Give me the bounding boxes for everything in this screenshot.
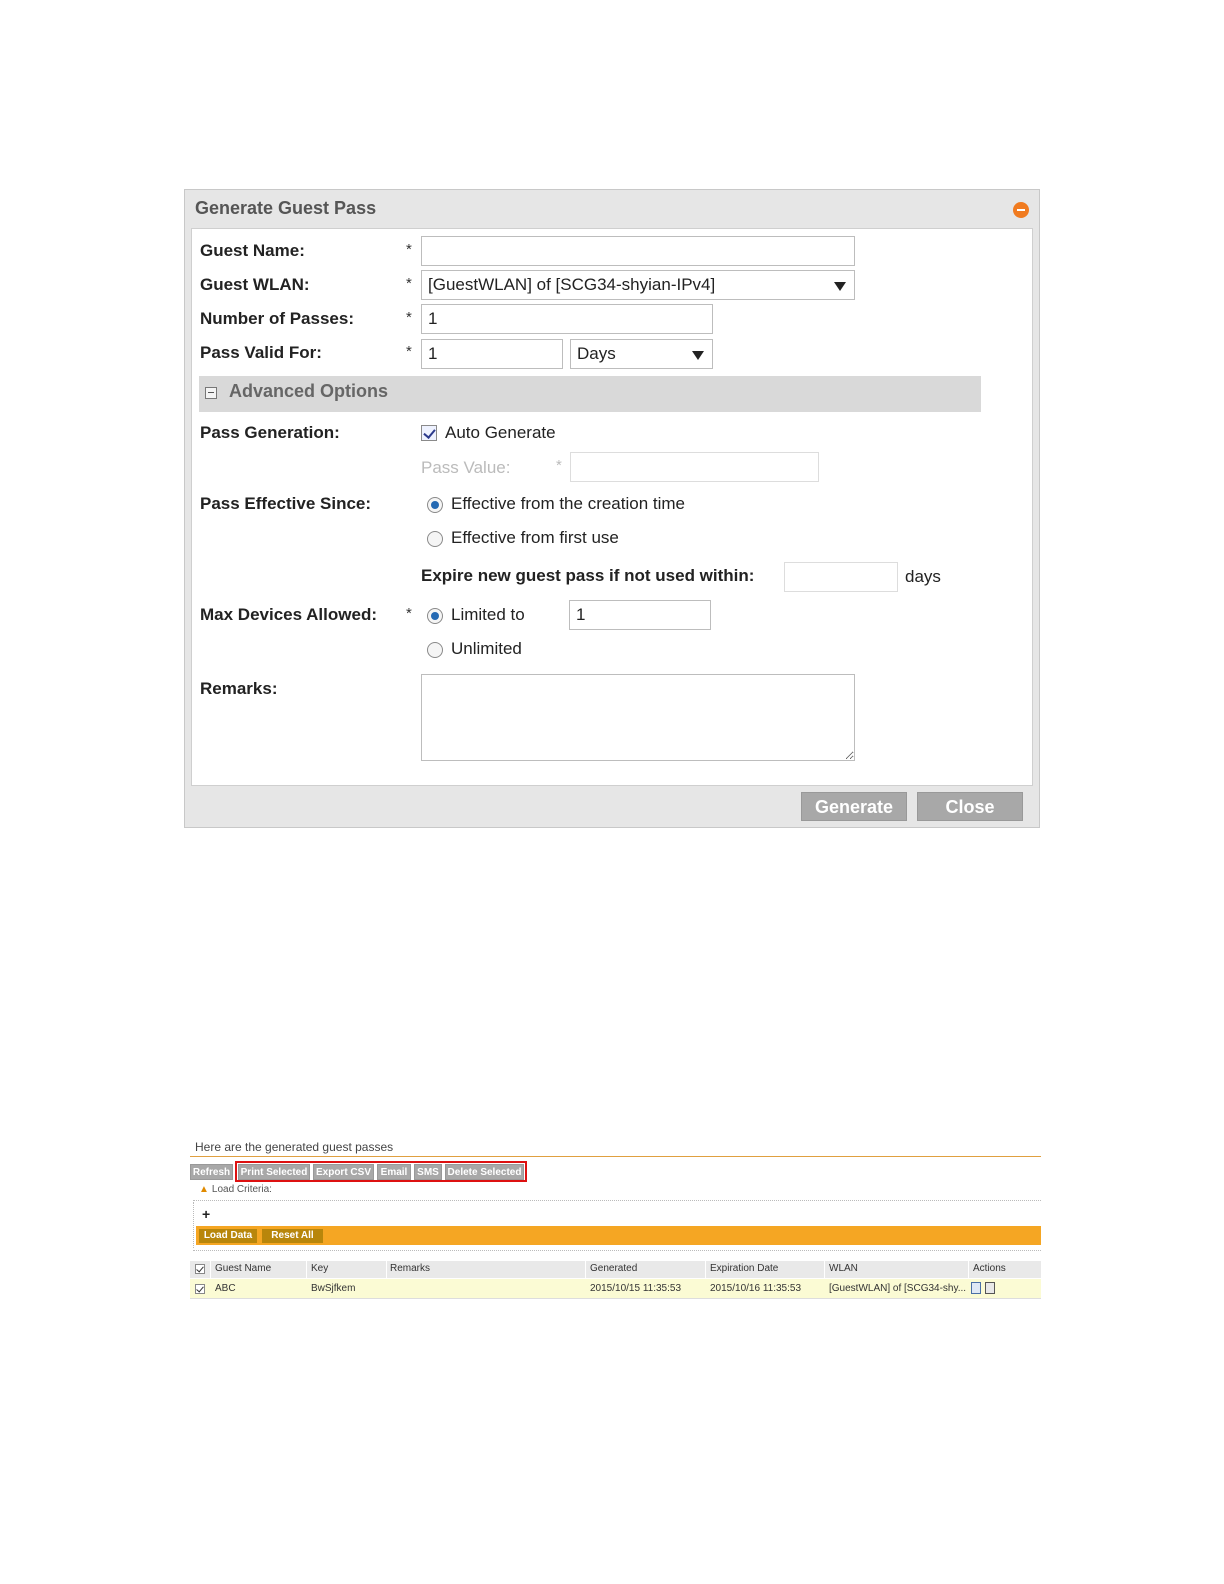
column-divider [824,1261,825,1278]
cell-guest-name: ABC [215,1283,236,1294]
expire-unit: days [905,567,941,586]
highlight-box [235,1161,527,1182]
trash-icon[interactable] [985,1282,995,1294]
max-devices-label: Max Devices Allowed: [200,605,377,624]
list-caption: Here are the generated guest passes [195,1140,394,1154]
num-passes-input[interactable] [421,304,713,334]
limited-to-label: Limited to [451,605,525,624]
divider [193,1250,1041,1251]
dropdown-arrow-icon [692,351,704,360]
load-data-button[interactable]: Load Data [199,1229,257,1243]
collapse-icon[interactable] [205,387,217,399]
table-row[interactable]: ABC BwSjfkem 2015/10/15 11:35:53 2015/10… [190,1279,1041,1299]
pass-valid-label: Pass Valid For: [200,343,322,362]
advanced-options-label: Advanced Options [229,381,389,401]
cell-key: BwSjfkem [311,1283,356,1294]
guest-name-input[interactable] [421,236,855,266]
remarks-textarea[interactable] [421,674,855,761]
divider [190,1156,1041,1157]
column-header[interactable]: Key [311,1263,328,1274]
column-divider [585,1261,586,1278]
add-criteria-icon[interactable]: + [202,1206,210,1222]
expire-label: Expire new guest pass if not used within… [421,566,755,585]
unlimited-label: Unlimited [451,639,522,658]
effective-creation-radio[interactable] [427,497,443,513]
column-divider [968,1261,969,1278]
effective-since-label: Pass Effective Since: [200,494,372,513]
required-mark: * [406,605,412,622]
pass-valid-unit-select[interactable]: Days [570,339,713,369]
unlimited-radio[interactable] [427,642,443,658]
divider [193,1200,1041,1201]
required-mark: * [406,241,412,258]
expire-days-input[interactable] [784,562,898,592]
guest-wlan-label: Guest WLAN: [200,275,310,294]
required-mark: * [406,309,412,326]
advanced-options-header[interactable]: Advanced Options [199,376,981,412]
column-header[interactable]: Expiration Date [710,1263,778,1274]
limited-to-radio[interactable] [427,608,443,624]
pass-value-label: Pass Value: [421,458,511,477]
num-passes-label: Number of Passes: [200,309,354,328]
effective-first-use-radio[interactable] [427,531,443,547]
column-header[interactable]: Actions [973,1263,1006,1274]
pass-valid-unit: Days [577,344,616,363]
select-all-checkbox[interactable] [195,1264,205,1274]
guest-name-label: Guest Name: [200,241,305,260]
cell-expiration: 2015/10/16 11:35:53 [710,1283,802,1294]
load-criteria-label: Load Criteria: [211,1184,272,1195]
required-mark: * [556,457,562,474]
required-mark: * [406,343,412,360]
dropdown-arrow-icon [834,282,846,291]
column-header[interactable]: Generated [590,1263,637,1274]
column-header[interactable]: Remarks [390,1263,430,1274]
cell-generated: 2015/10/15 11:35:53 [590,1283,682,1294]
column-header[interactable]: Guest Name [215,1263,271,1274]
auto-generate-label: Auto Generate [445,423,556,442]
reset-all-button[interactable]: Reset All [262,1229,323,1243]
column-divider [210,1261,211,1278]
load-criteria-toggle[interactable]: ▲ Load Criteria: [199,1184,272,1195]
form-panel: Guest Name: * Guest WLAN: * [GuestWLAN] … [191,228,1033,786]
triangle-up-icon: ▲ [199,1184,209,1195]
remarks-label: Remarks: [200,679,278,698]
generate-button[interactable]: Generate [801,792,907,821]
row-checkbox[interactable] [195,1284,205,1294]
auto-generate-checkbox[interactable] [421,425,437,441]
refresh-button[interactable]: Refresh [190,1164,233,1180]
close-button[interactable]: Close [917,792,1023,821]
cell-wlan: [GuestWLAN] of [SCG34-shy... [829,1283,967,1294]
close-icon[interactable] [1013,202,1029,218]
guest-wlan-select[interactable]: [GuestWLAN] of [SCG34-shyian-IPv4] [421,270,855,300]
guest-wlan-value: [GuestWLAN] of [SCG34-shyian-IPv4] [428,275,716,294]
table-header: Guest Name Key Remarks Generated Expirat… [190,1261,1041,1278]
effective-first-use-label: Effective from first use [451,528,619,547]
required-mark: * [406,275,412,292]
dialog-title: Generate Guest Pass [195,198,377,218]
generate-guest-pass-dialog: Generate Guest Pass Guest Name: * Guest … [184,189,1040,828]
column-header[interactable]: WLAN [829,1263,858,1274]
pass-valid-input[interactable] [421,339,563,369]
pass-generation-label: Pass Generation: [200,423,340,442]
print-icon[interactable] [971,1282,981,1294]
column-divider [306,1261,307,1278]
column-divider [386,1261,387,1278]
column-divider [705,1261,706,1278]
effective-creation-label: Effective from the creation time [451,494,686,513]
pass-value-input[interactable] [570,452,819,482]
limited-to-input[interactable] [569,600,711,630]
